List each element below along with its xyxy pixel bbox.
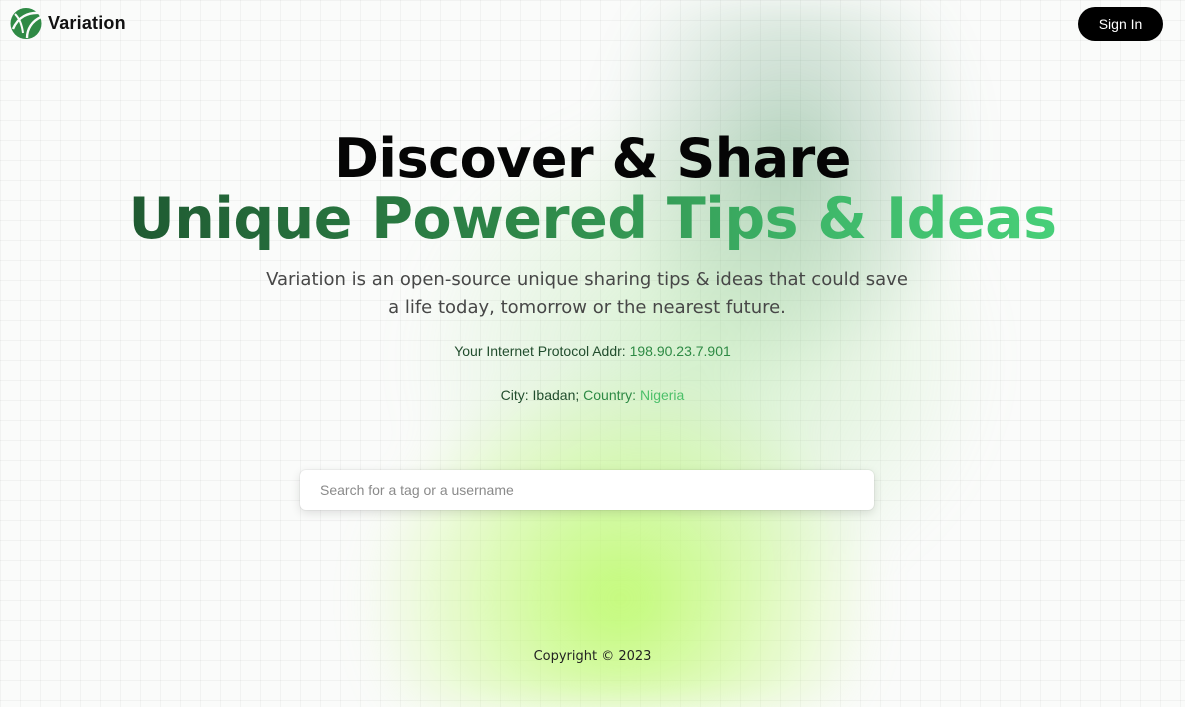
hero-title-line-2: Unique Powered Tips & Ideas	[0, 187, 1185, 251]
city-label: City:	[500, 387, 529, 403]
navbar: Variation Sign In	[0, 0, 1185, 48]
brand-link[interactable]: Variation	[10, 7, 126, 40]
location-info: City: Ibadan; Country: Nigeria	[0, 387, 1185, 403]
brand-name: Variation	[48, 13, 126, 33]
city-value: Ibadan;	[532, 387, 580, 403]
country-value: Nigeria	[639, 387, 685, 403]
hero-title-line-1: Discover & Share	[334, 127, 851, 190]
country-label: Country:	[583, 387, 637, 403]
search-input[interactable]	[300, 470, 874, 510]
hero-title-gradient-text: Unique Powered Tips & Ideas	[128, 186, 1057, 252]
ip-address-info: Your Internet Protocol Addr: 198.90.23.7…	[0, 343, 1185, 359]
search-box	[300, 470, 874, 510]
hero-description: Variation is an open-source unique shari…	[266, 269, 908, 318]
ip-value: 198.90.23.7.901	[629, 343, 731, 359]
leaf-logo-icon	[10, 7, 42, 40]
sign-in-button[interactable]: Sign In	[1078, 7, 1163, 41]
footer-copyright: Copyright © 2023	[533, 649, 652, 664]
ip-label: Your Internet Protocol Addr:	[454, 343, 626, 359]
